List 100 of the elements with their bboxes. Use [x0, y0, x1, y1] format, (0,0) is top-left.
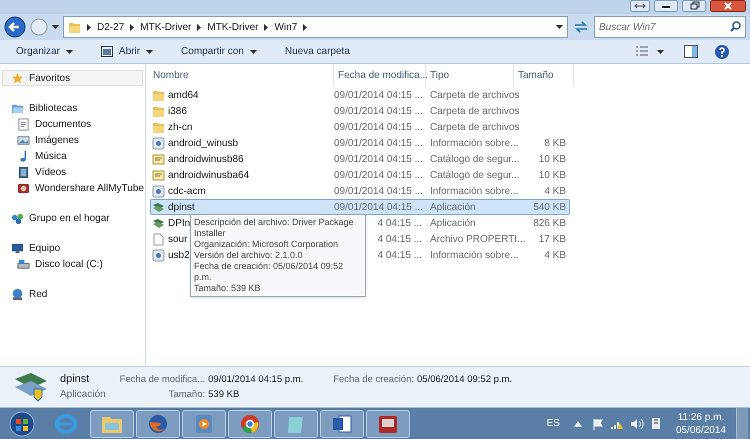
- restore-icon[interactable]: [682, 0, 706, 12]
- breadcrumb-item[interactable]: MTK-Driver: [140, 20, 192, 34]
- modified-date: 4 04:15 ...: [378, 250, 422, 260]
- file-name[interactable]: DPIn: [168, 216, 190, 230]
- search-field[interactable]: Buscar Win7: [594, 16, 746, 38]
- minimize-icon[interactable]: [654, 0, 678, 12]
- taskbar-button[interactable]: [320, 410, 364, 438]
- file-name[interactable]: androidwinusba64: [168, 168, 250, 182]
- address-field[interactable]: D2-27 MTK-Driver MTK-Driver Win7: [63, 16, 568, 38]
- breadcrumb-arrow-icon: [197, 24, 202, 30]
- close-icon[interactable]: [710, 0, 746, 12]
- breadcrumb-item[interactable]: MTK-Driver: [207, 20, 258, 34]
- file-type: Archivo PROPERTI...: [430, 234, 526, 244]
- breadcrumb-item[interactable]: D2-27: [97, 20, 124, 34]
- file-name: dpinst: [60, 372, 90, 387]
- file-name[interactable]: i386: [168, 104, 187, 118]
- file-type: Aplicación: [430, 218, 476, 228]
- tooltip-line: Tamaño: 539 KB: [194, 283, 262, 294]
- sidebar-item[interactable]: Documentos: [2, 116, 143, 132]
- history-caret-icon: [52, 25, 59, 29]
- sidebar-item[interactable]: Imágenes: [2, 132, 143, 148]
- breadcrumb-arrow-icon: [303, 24, 308, 30]
- sidebar-item[interactable]: Grupo en el hogar: [2, 210, 143, 226]
- list-view-icon: [635, 46, 649, 57]
- sidebar-item[interactable]: Música: [2, 148, 143, 164]
- clock[interactable]: 11:26 p.m. 05/06/2014: [672, 410, 730, 436]
- column-header[interactable]: Nombre: [146, 64, 334, 86]
- film-icon: [17, 166, 30, 178]
- modified-date: 09/01/2014 04:15 ...: [334, 122, 423, 132]
- installer-icon: [152, 216, 165, 230]
- speaker-icon[interactable]: [630, 418, 644, 430]
- file-name[interactable]: cdc-acm: [168, 184, 206, 198]
- folder-icon: [152, 104, 165, 118]
- browser-e-icon: [54, 412, 78, 434]
- tooltip-line: Fecha de creación: 05/06/2014 09:52 p.m.: [194, 261, 344, 283]
- file-type: Aplicación: [60, 388, 106, 402]
- toolbar-button[interactable]: Abrir: [92, 42, 162, 62]
- file-size: 10 KB: [538, 154, 566, 164]
- file-name[interactable]: sour: [168, 232, 188, 246]
- file-size: 4 KB: [544, 186, 566, 196]
- toolbar-button[interactable]: Organizar: [8, 42, 81, 62]
- file-name[interactable]: amd64: [168, 88, 199, 102]
- column-header[interactable]: Tamaño: [514, 64, 574, 86]
- sidebar-item[interactable]: Wondershare AllMyTube: [2, 180, 143, 196]
- file-type: Carpeta de archivos: [430, 90, 520, 100]
- breadcrumb-arrow-icon: [87, 24, 91, 30]
- file-size: 826 KB: [533, 218, 566, 228]
- file-type: Catálogo de segur...: [430, 154, 520, 164]
- language-indicator[interactable]: ES: [546, 416, 560, 431]
- file-name[interactable]: usb2: [168, 248, 190, 262]
- file-type: Aplicación: [430, 202, 476, 212]
- flag-icon[interactable]: [592, 418, 604, 430]
- modified-date: 09/01/2014 04:15 ...: [334, 186, 423, 196]
- sidebar-item[interactable]: Red: [2, 286, 143, 302]
- file-type: Carpeta de archivos: [430, 106, 520, 116]
- sidebar-item[interactable]: Equipo: [2, 240, 143, 256]
- taskbar-button[interactable]: [136, 410, 180, 438]
- taskbar-button[interactable]: [228, 410, 272, 438]
- tooltip-line: Descripción del archivo: Driver Package Installer: [194, 217, 355, 239]
- file-type: Catálogo de segur...: [430, 170, 520, 180]
- toolbar-button[interactable]: Nueva carpeta: [276, 42, 358, 62]
- detail-label: Fecha de creación:: [333, 373, 414, 387]
- file-name[interactable]: androidwinusb86: [168, 152, 244, 166]
- file-size: 8 KB: [544, 138, 566, 148]
- selected-file-row[interactable]: dpinst 09/01/2014 04:15 ... Aplicación 540 KB: [150, 199, 570, 215]
- detail-label: Fecha de modifica...: [120, 373, 206, 387]
- sidebar-item[interactable]: Disco local (C:): [2, 256, 143, 272]
- file-name[interactable]: android_winusb: [168, 136, 238, 150]
- column-header[interactable]: Tipo: [426, 64, 514, 86]
- caption-button-icon[interactable]: [630, 0, 650, 12]
- blank-file-icon: [152, 232, 165, 246]
- modified-date: 09/01/2014 04:15 ...: [334, 202, 423, 212]
- help-icon[interactable]: [714, 44, 730, 60]
- sidebar-item[interactable]: Bibliotecas: [2, 100, 143, 116]
- breadcrumb-arrow-icon: [130, 24, 134, 30]
- breadcrumb-item[interactable]: Win7: [274, 20, 298, 34]
- tray-up-arrow-icon[interactable]: [574, 420, 582, 426]
- fox-globe-icon: [146, 412, 170, 434]
- detail-value: 539 KB: [208, 388, 240, 402]
- detail-value: 05/06/2014 09:52 p.m.: [417, 373, 512, 387]
- breadcrumb-arrow-icon: [264, 24, 268, 30]
- preview-pane-icon[interactable]: [684, 45, 698, 58]
- file-type: Carpeta de archivos: [430, 122, 520, 132]
- modified-date: 4 04:15 ...: [378, 234, 422, 244]
- file-size: 17 KB: [538, 234, 566, 244]
- sidebar-item[interactable]: Favoritos: [2, 70, 143, 86]
- column-header[interactable]: Fecha de modifica...: [334, 64, 426, 86]
- file-size: 4 KB: [544, 250, 566, 260]
- modified-date: 09/01/2014 04:15 ...: [334, 106, 423, 116]
- taskbar-button[interactable]: [366, 410, 410, 438]
- search-icon: [730, 21, 741, 32]
- toolbar-button[interactable]: Compartir con: [173, 42, 265, 62]
- device-icon[interactable]: [650, 417, 662, 430]
- computer-icon: [11, 242, 24, 254]
- file-type: Información sobre...: [430, 250, 518, 260]
- file-name[interactable]: dpinst: [168, 200, 195, 214]
- detail-label: Tamaño:: [168, 388, 206, 402]
- address-caret-icon: [556, 25, 563, 29]
- sidebar-item[interactable]: Vídeos: [2, 164, 143, 180]
- file-name[interactable]: zh-cn: [168, 120, 192, 134]
